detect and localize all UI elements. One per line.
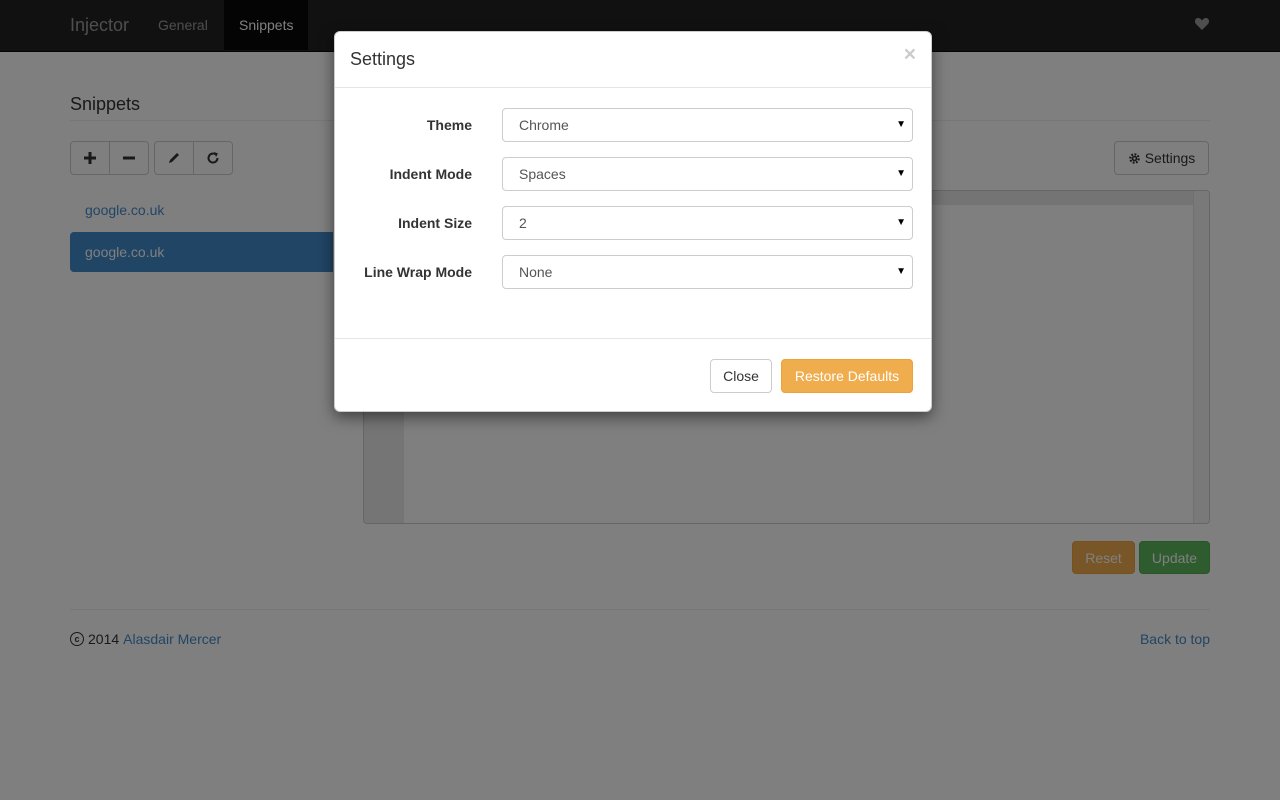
indent-mode-label: Indent Mode	[335, 157, 472, 191]
line-wrap-value: None	[519, 264, 552, 280]
chevron-down-icon: ▼	[896, 158, 906, 190]
modal-header: Settings ×	[335, 32, 931, 88]
modal-footer: Close Restore Defaults	[335, 338, 931, 413]
theme-label: Theme	[335, 108, 472, 142]
theme-row: Theme Chrome ▼	[335, 108, 931, 142]
indent-size-row: Indent Size 2 ▼	[335, 206, 931, 240]
close-button[interactable]: Close	[710, 359, 772, 393]
indent-mode-select[interactable]: Spaces ▼	[502, 157, 913, 191]
indent-mode-row: Indent Mode Spaces ▼	[335, 157, 931, 191]
indent-size-label: Indent Size	[335, 206, 472, 240]
line-wrap-label: Line Wrap Mode	[335, 255, 472, 289]
close-icon[interactable]: ×	[904, 44, 916, 65]
theme-value: Chrome	[519, 117, 569, 133]
line-wrap-row: Line Wrap Mode None ▼	[335, 255, 931, 289]
indent-mode-value: Spaces	[519, 166, 566, 182]
chevron-down-icon: ▼	[896, 207, 906, 239]
settings-modal: Settings × Theme Chrome ▼ Indent Mode Sp…	[334, 31, 932, 412]
restore-defaults-button[interactable]: Restore Defaults	[781, 359, 913, 393]
indent-size-value: 2	[519, 215, 527, 231]
chevron-down-icon: ▼	[896, 109, 906, 141]
line-wrap-select[interactable]: None ▼	[502, 255, 913, 289]
indent-size-select[interactable]: 2 ▼	[502, 206, 913, 240]
modal-title: Settings	[350, 49, 415, 70]
theme-select[interactable]: Chrome ▼	[502, 108, 913, 142]
chevron-down-icon: ▼	[896, 256, 906, 288]
